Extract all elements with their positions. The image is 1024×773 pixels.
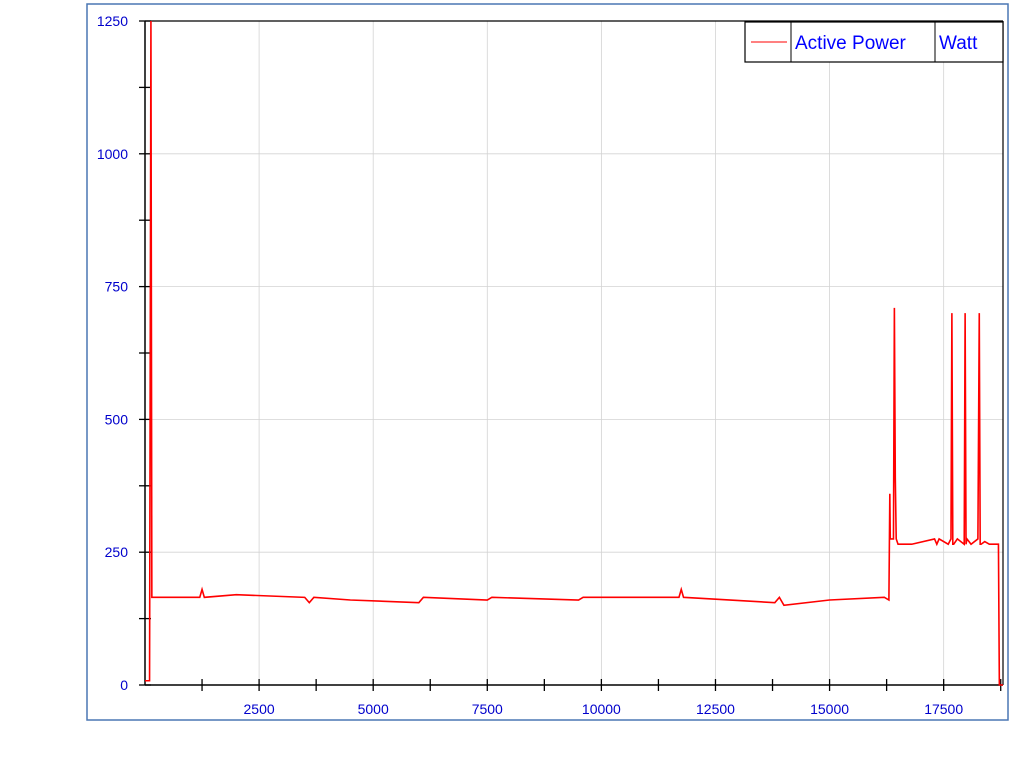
x-tick-label: 12500: [696, 701, 735, 717]
x-tick-label: 15000: [810, 701, 849, 717]
y-tick-label: 1250: [97, 13, 128, 29]
x-tick-label: 7500: [472, 701, 503, 717]
y-tick-label: 750: [105, 279, 129, 295]
grid-lines: [145, 20, 1003, 685]
y-tick-label: 0: [120, 677, 128, 693]
y-tick-label: 500: [105, 411, 129, 427]
x-tick-label: 10000: [582, 701, 621, 717]
axes: [139, 20, 1004, 691]
x-tick-label: 5000: [358, 701, 389, 717]
y-tick-label: 1000: [97, 146, 128, 162]
y-tick-label: 250: [105, 544, 129, 560]
plot-area: [145, 20, 1003, 686]
legend-label-series: Active Power: [795, 33, 907, 54]
chart-frame-border: [86, 3, 1009, 721]
series-line-0: [145, 20, 1003, 686]
x-tick-label: 17500: [924, 701, 963, 717]
chart-container: 0 250 500 750 1000 1250 2500 5000 7500 10000 12500…: [0, 0, 1024, 768]
x-tick-label: 2500: [244, 701, 275, 717]
tick-labels: 0 250 500 750 1000 1250 2500 5000 7500 10000 12500…: [97, 13, 964, 717]
chart-svg: 0 250 500 750 1000 1250 2500 5000 7500 10000 12500…: [86, 3, 1009, 721]
legend: Active Power Watt: [744, 21, 1004, 63]
legend-label-unit: Watt: [939, 33, 978, 54]
